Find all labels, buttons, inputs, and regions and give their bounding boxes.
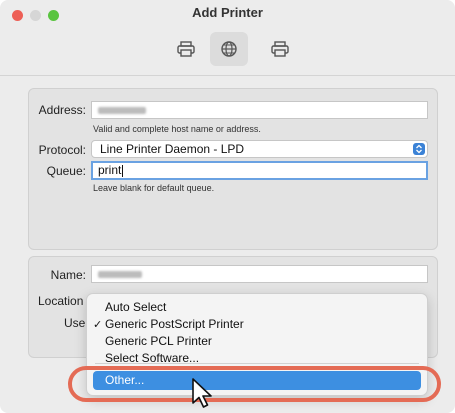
- redacted-address: [98, 107, 146, 114]
- address-label: Address:: [38, 103, 86, 117]
- windows-printer-tab[interactable]: [261, 32, 299, 66]
- printer-share-icon: [271, 41, 289, 57]
- select-stepper-icon: [413, 143, 425, 155]
- checkmark-icon: ✓: [93, 319, 103, 331]
- protocol-label: Protocol:: [38, 143, 86, 157]
- globe-icon: [221, 41, 237, 57]
- redacted-name: [98, 271, 142, 278]
- name-label: Name:: [50, 268, 86, 282]
- address-field[interactable]: [91, 101, 428, 119]
- protocol-value: Line Printer Daemon - LPD: [100, 142, 245, 156]
- window-title: Add Printer: [192, 5, 263, 20]
- use-label: Use: [64, 316, 86, 330]
- menu-item-generic-postscript[interactable]: Generic PostScript Printer: [105, 317, 244, 331]
- printer-icon: [177, 41, 195, 57]
- default-printer-tab[interactable]: [167, 32, 205, 66]
- menu-item-auto-select[interactable]: Auto Select: [105, 300, 166, 314]
- queue-field[interactable]: print: [91, 161, 428, 180]
- ip-printer-tab[interactable]: [210, 32, 248, 66]
- queue-value: print: [98, 163, 122, 177]
- location-label: Location: [38, 294, 84, 308]
- address-hint: Valid and complete host name or address.: [93, 124, 261, 134]
- add-printer-window: Add Printer Address: Valid and complete …: [0, 0, 455, 413]
- name-field[interactable]: [91, 265, 428, 283]
- protocol-select[interactable]: Line Printer Daemon - LPD: [91, 140, 428, 158]
- highlight-ring: [68, 366, 441, 402]
- toolbar-divider: [0, 75, 455, 76]
- menu-divider: [95, 363, 419, 364]
- mouse-pointer-icon: [192, 378, 212, 408]
- menu-item-generic-pcl[interactable]: Generic PCL Printer: [105, 334, 212, 348]
- queue-label: Queue:: [46, 164, 86, 178]
- queue-hint: Leave blank for default queue.: [93, 183, 215, 193]
- text-caret: [122, 164, 124, 177]
